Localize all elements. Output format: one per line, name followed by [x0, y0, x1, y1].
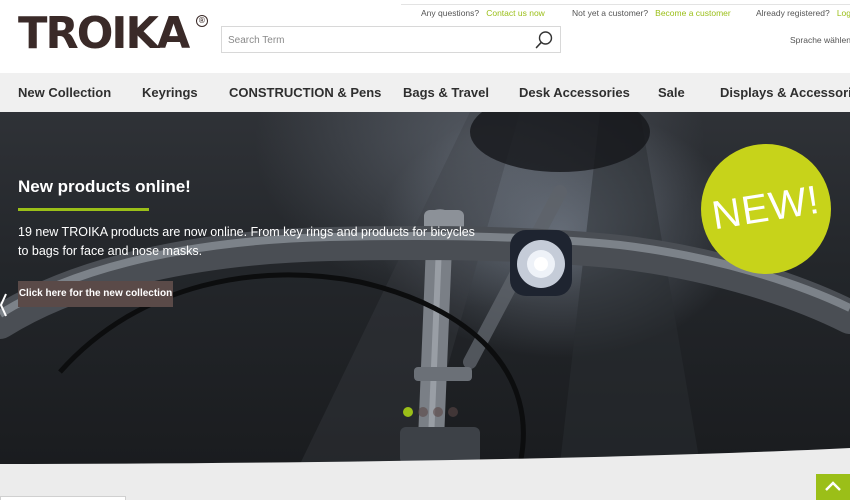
- slider-prev-icon[interactable]: [0, 288, 8, 322]
- hero-title-underline: [18, 208, 149, 211]
- hero-slider: New products online! 19 new TROIKA produ…: [0, 112, 850, 464]
- login-group: Already registered? Log i: [756, 8, 850, 18]
- new-collection-button[interactable]: Click here for the new collection: [18, 281, 173, 307]
- top-divider: [401, 4, 850, 5]
- nav-item-construction-pens[interactable]: CONSTRUCTION & Pens: [229, 73, 381, 112]
- content-tab[interactable]: [0, 496, 126, 500]
- slider-dot-4[interactable]: [448, 407, 458, 417]
- site-header: TROIKA ® Any questions? Contact us now N…: [0, 0, 850, 73]
- slider-dot-2[interactable]: [418, 407, 428, 417]
- back-to-top-button[interactable]: [816, 474, 850, 500]
- login-link[interactable]: Log i: [837, 8, 850, 18]
- search-input[interactable]: [228, 32, 528, 48]
- top-links-bar: Any questions? Contact us now Not yet a …: [0, 8, 850, 22]
- nav-item-keyrings[interactable]: Keyrings: [142, 73, 198, 112]
- nav-item-new-collection[interactable]: New Collection: [18, 73, 111, 112]
- search-icon[interactable]: [534, 30, 554, 50]
- main-nav: New Collection Keyrings CONSTRUCTION & P…: [0, 73, 850, 112]
- hero-title: New products online!: [18, 177, 191, 196]
- nav-item-sale[interactable]: Sale: [658, 73, 685, 112]
- content-area: [0, 464, 850, 500]
- nav-item-bags-travel[interactable]: Bags & Travel: [403, 73, 489, 112]
- slider-dot-1[interactable]: [403, 407, 413, 417]
- chevron-up-icon: [825, 481, 841, 491]
- slider-dot-3[interactable]: [433, 407, 443, 417]
- language-selector[interactable]: Sprache wählen: [790, 35, 850, 45]
- slider-dots: [403, 407, 458, 417]
- registered-label: Already registered?: [756, 8, 830, 18]
- new-badge-text: NEW!: [708, 177, 823, 239]
- questions-group: Any questions? Contact us now: [421, 8, 545, 18]
- questions-label: Any questions?: [421, 8, 480, 18]
- nav-item-displays-accessories[interactable]: Displays & Accessories: [720, 73, 850, 112]
- hero-description: 19 new TROIKA products are now online. F…: [18, 225, 475, 258]
- search-box: [221, 26, 561, 53]
- contact-link[interactable]: Contact us now: [486, 8, 545, 18]
- become-customer-link[interactable]: Become a customer: [655, 8, 731, 18]
- new-badge: NEW!: [701, 144, 831, 274]
- nav-item-desk-accessories[interactable]: Desk Accessories: [519, 73, 630, 112]
- not-customer-label: Not yet a customer?: [572, 8, 649, 18]
- new-customer-group: Not yet a customer? Become a customer: [572, 8, 731, 18]
